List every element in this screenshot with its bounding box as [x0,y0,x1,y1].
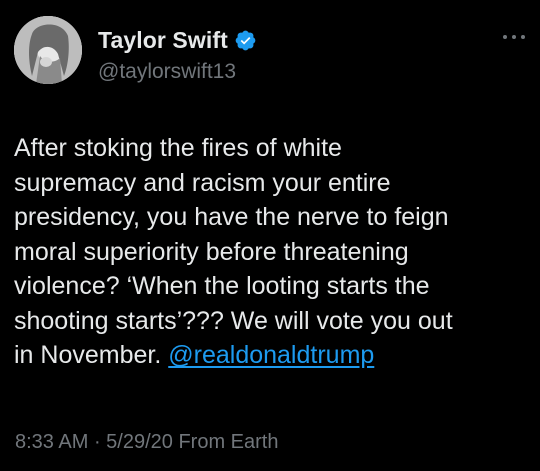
tweet-date[interactable]: 5/29/20 [106,431,173,453]
verified-badge-icon [235,30,256,51]
author-display-name[interactable]: Taylor Swift [98,27,228,54]
tweet-text-line: violence? ‘When the looting starts the [14,272,430,300]
tweet-text: After stoking the fires of white suprema… [14,131,530,373]
mention-link[interactable]: @realdonaldtrump [168,341,374,369]
tweet-card: Taylor Swift @taylorswift13 After stokin… [0,0,540,471]
author-name-row[interactable]: Taylor Swift [98,27,257,54]
more-options-icon[interactable] [501,32,527,42]
tweet-time[interactable]: 8:33 AM [15,431,88,453]
tweet-text-line: supremacy and racism your entire [14,168,391,197]
author-handle[interactable]: @taylorswift13 [98,60,236,84]
tweet-text-line: in November. [14,341,169,369]
tweet-metadata: 8:33 AM · 5/29/20 From Earth [15,431,278,454]
avatar[interactable] [14,16,82,84]
tweet-text-line: presidency, you have the nerve to feign [14,203,449,231]
tweet-text-line: After stoking the fires of white [14,134,342,162]
avatar-photo-icon [14,16,82,84]
tweet-text-line: shooting starts’??? We will vote you out [14,306,453,335]
meta-separator: · [88,431,107,453]
tweet-source: From Earth [172,431,279,453]
tweet-text-line: moral superiority before threatening [14,237,409,266]
